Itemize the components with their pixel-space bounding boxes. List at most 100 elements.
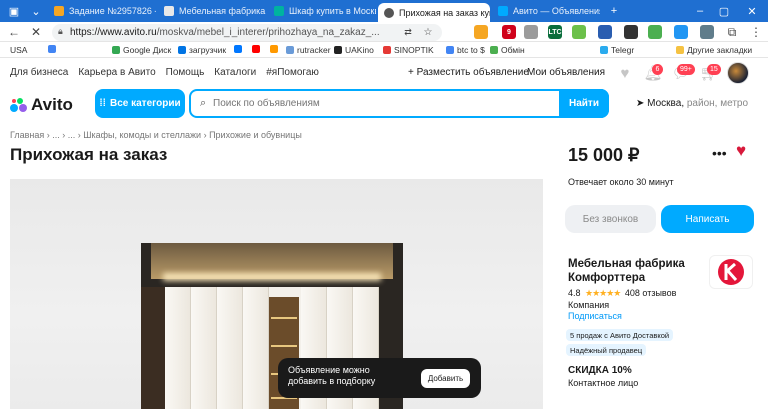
stop-icon[interactable]: ✕	[28, 24, 44, 40]
location-city: Москва,	[647, 98, 685, 109]
user-avatar[interactable]	[727, 62, 749, 84]
window-menu-icon[interactable]: ▣	[2, 0, 26, 22]
cart-badge: 15	[707, 64, 721, 75]
bookmark-other[interactable]: Другие закладки	[676, 45, 752, 55]
listing-price: 15 000 ₽	[568, 145, 640, 165]
my-ads-link[interactable]: Мои объявления	[527, 67, 605, 78]
bookmark-btc[interactable]: btc to $	[446, 45, 485, 55]
notifications-badge: 6	[652, 64, 663, 75]
close-window-icon[interactable]: ✕	[740, 0, 764, 22]
nav-business[interactable]: Для бизнеса	[10, 67, 68, 78]
favorite-heart-icon[interactable]: ♥	[736, 141, 746, 161]
contact-person: Контактное лицо	[568, 378, 639, 388]
tab-active[interactable]: Прихожая на заказ купи ✕	[378, 3, 490, 22]
browser-menu-icon[interactable]: ⋮	[748, 24, 764, 40]
write-message-button[interactable]: Написать	[661, 205, 754, 233]
url-domain: https://www.avito.ru	[70, 27, 157, 38]
ext-icon[interactable]	[474, 25, 488, 39]
search-button[interactable]: Найти	[559, 89, 609, 118]
bookmark-usa[interactable]: USA	[10, 45, 27, 55]
bookmark-label: загрузчик	[189, 45, 227, 55]
maximize-icon[interactable]: ▢	[712, 0, 736, 22]
ext-icon[interactable]: LTC	[548, 25, 562, 39]
bookmark-label: rutracker	[297, 45, 331, 55]
search-box: ⌕ Найти	[189, 89, 609, 118]
bookmark-obmin[interactable]: Обмін	[490, 45, 525, 55]
tab-2[interactable]: Мебельная фабрика Ком	[158, 2, 266, 20]
nav-help[interactable]: Помощь	[166, 67, 205, 78]
reviews-count: 408 отзывов	[624, 288, 677, 298]
ext-icon[interactable]: 9	[502, 25, 516, 39]
bookmark-google[interactable]	[48, 45, 59, 53]
puzzle-icon[interactable]: ⧉	[724, 24, 740, 40]
bookmarks-bar: USA Google Диск загрузчик rutracker UAKi…	[0, 42, 768, 58]
bookmark-star-icon[interactable]: ☆	[420, 24, 436, 40]
bookmark-sinoptik[interactable]: SINOPTIK	[383, 45, 434, 55]
rating-stars-icon: ★★★★★	[585, 288, 621, 298]
bookmark-label: Другие закладки	[687, 45, 753, 55]
nav-career[interactable]: Карьера в Авито	[78, 67, 155, 78]
bookmark-label: UAKino	[345, 45, 374, 55]
bookmark-youtube[interactable]	[252, 45, 263, 53]
seller-logo-icon[interactable]	[709, 255, 753, 289]
no-calls-button[interactable]: Без звонков	[565, 205, 656, 233]
delivery-sales-badge: 5 продаж с Авито Доставкой	[566, 329, 674, 341]
all-categories-button[interactable]: ⁞⁞ Все категории	[95, 89, 185, 118]
sinoptik-icon	[383, 46, 391, 54]
discount-label: СКИДКА 10%	[568, 365, 632, 376]
ext-icon[interactable]	[598, 25, 612, 39]
ext-icon[interactable]	[674, 25, 688, 39]
new-tab-icon[interactable]: +	[602, 0, 626, 22]
translate-icon[interactable]: ⇄	[400, 24, 416, 40]
rutracker-icon	[286, 46, 294, 54]
bookmark-vk[interactable]	[234, 45, 245, 53]
tab-1[interactable]: Задание №2957826 - про	[48, 2, 156, 20]
ext-icon[interactable]	[624, 25, 638, 39]
search-input[interactable]	[199, 93, 555, 114]
messages-badge: 99+	[677, 64, 695, 75]
seller-rating[interactable]: 4.8 ★★★★★ 408 отзывов	[568, 288, 676, 299]
more-options-icon[interactable]: •••	[712, 145, 727, 161]
address-bar[interactable]: 🔒︎ https://www.avito.ru/moskva/mebel_i_i…	[52, 24, 442, 41]
bookmark-google-drive[interactable]: Google Диск	[112, 45, 171, 55]
nav-help-hashtag[interactable]: #яПомогаю	[266, 67, 319, 78]
bookmark-loader[interactable]: загрузчик	[178, 45, 226, 55]
tab-list-icon[interactable]: ⌄	[24, 0, 48, 22]
address-toolbar: ← ✕ 🔒︎ https://www.avito.ru/moskva/mebel…	[0, 22, 768, 42]
telegram-icon	[600, 46, 608, 54]
tab-label: Шкаф купить в Москве п	[289, 6, 376, 16]
exchange-icon	[490, 46, 498, 54]
ext-icon[interactable]	[524, 25, 538, 39]
minimize-icon[interactable]: –	[688, 0, 712, 22]
seller-name[interactable]: Мебельная фабрика Комфорттера	[568, 257, 703, 285]
bookmark-telegram[interactable]: Telegr	[600, 45, 634, 55]
ext-icon[interactable]	[648, 25, 662, 39]
bookmark-site[interactable]	[270, 45, 281, 53]
breadcrumb[interactable]: Главная › ... › ... › Шкафы, комоды и ст…	[10, 130, 302, 140]
bookmark-label: SINOPTIK	[394, 45, 434, 55]
avito-logo[interactable]: Avito	[10, 95, 73, 115]
avito-logo-icon	[10, 98, 28, 112]
back-icon[interactable]: ←	[6, 24, 22, 40]
toast-text: Объявление можно добавить в подборку	[288, 365, 376, 386]
nav-catalogs[interactable]: Каталоги	[214, 67, 256, 78]
page-title: Прихожая на заказ	[10, 145, 168, 164]
toast-add-button[interactable]: Добавить	[421, 369, 470, 388]
vk-icon	[234, 45, 242, 53]
youtube-icon	[252, 45, 260, 53]
categories-label: Все категории	[109, 98, 181, 109]
tab-5[interactable]: Авито — Объявления на с	[492, 2, 600, 20]
subscribe-link[interactable]: Подписаться	[568, 311, 622, 321]
bookmark-uakino[interactable]: UAKino	[334, 45, 374, 55]
ext-icon[interactable]	[572, 25, 586, 39]
ext-icon[interactable]	[700, 25, 714, 39]
favorites-heart-icon[interactable]: ♥	[616, 64, 634, 82]
location-selector[interactable]: ➤ Москва, район, метро	[636, 98, 748, 109]
bookmark-label: USA	[10, 45, 28, 55]
reliable-seller-badge: Надёжный продавец	[566, 344, 647, 356]
bookmark-rutracker[interactable]: rutracker	[286, 45, 331, 55]
post-ad-link[interactable]: + Разместить объявление	[408, 67, 529, 78]
tab-3[interactable]: Шкаф купить в Москве п	[268, 2, 376, 20]
bookmark-label: Google Диск	[123, 45, 172, 55]
url-path: /moskva/mebel_i_interer/prihozhaya_na_za…	[156, 27, 380, 38]
